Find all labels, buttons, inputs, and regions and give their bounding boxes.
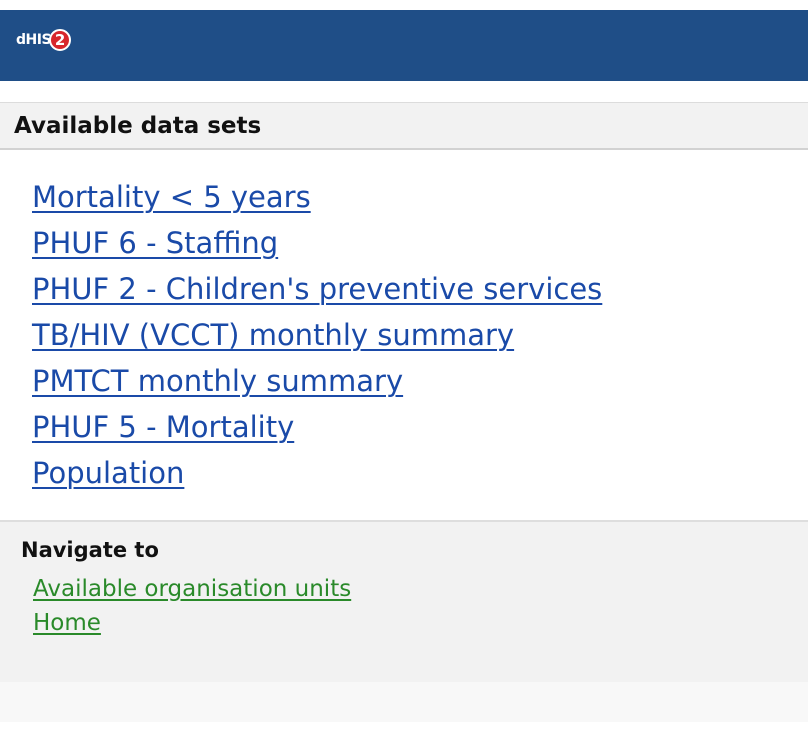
logo-text: dHIS [16,32,52,48]
page: dHIS 2 Available data sets Mortality < 5… [0,0,808,742]
datasets-title: Available data sets [14,112,262,139]
navigate-title: Navigate to [21,538,159,562]
nav-link-organisation-units[interactable]: Available organisation units [0,572,808,606]
dataset-link-phuf-2-children-preventive[interactable]: PHUF 2 - Children's preventive services [32,266,808,312]
dhis2-logo[interactable]: dHIS 2 [16,26,72,54]
page-footer-area [0,682,808,722]
logo-badge-icon: 2 [49,29,72,51]
dataset-link-pmtct[interactable]: PMTCT monthly summary [32,358,808,404]
datasets-list: Mortality < 5 years PHUF 6 - Staffing PH… [0,150,808,520]
navigate-section: Navigate to Available organisation units… [0,520,808,682]
app-header: dHIS 2 [0,10,808,81]
datasets-section-header: Available data sets [0,102,808,150]
dataset-link-phuf-5-mortality[interactable]: PHUF 5 - Mortality [32,404,808,450]
top-strip [0,0,808,10]
dataset-link-phuf-6-staffing[interactable]: PHUF 6 - Staffing [32,220,808,266]
dataset-link-mortality-under-5[interactable]: Mortality < 5 years [32,174,808,220]
nav-link-home[interactable]: Home [0,606,808,640]
spacer [0,81,808,102]
dataset-link-population[interactable]: Population [32,450,808,496]
dataset-link-tb-hiv-vcct[interactable]: TB/HIV (VCCT) monthly summary [32,312,808,358]
